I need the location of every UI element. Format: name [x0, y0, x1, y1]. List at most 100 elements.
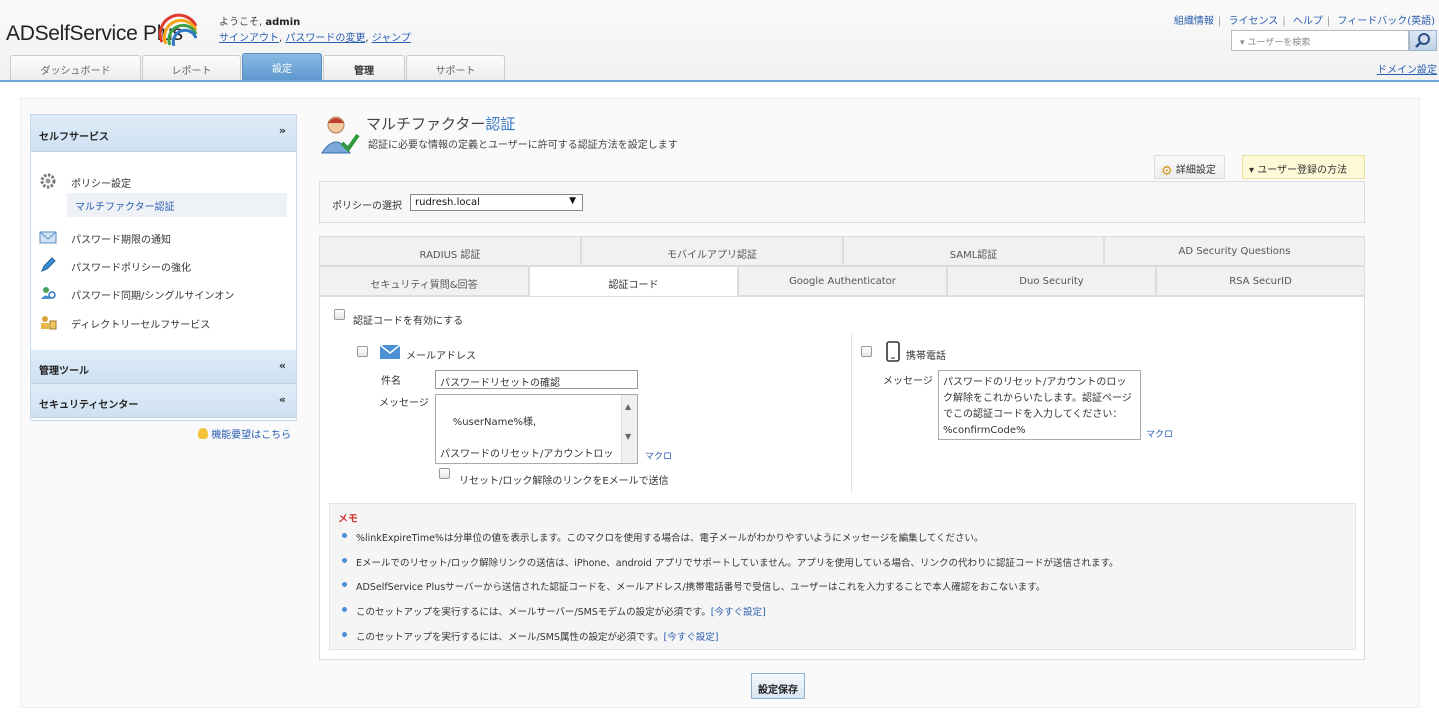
policy-label: ポリシーの選択 — [332, 201, 402, 212]
tab-rsa-securid[interactable]: RSA SecurID — [1156, 266, 1365, 296]
sidebar-section-self-service[interactable]: セルフサービス » — [31, 115, 296, 152]
scroll-up-icon[interactable]: ▲ — [625, 399, 631, 415]
tab-saml[interactable]: SAML認証 — [843, 236, 1104, 266]
sync-users-icon — [41, 287, 56, 299]
message-label: メッセージ — [379, 398, 429, 409]
email-checkbox[interactable] — [357, 346, 368, 357]
tab-reports[interactable]: レポート — [142, 55, 241, 80]
tab-mobile-app[interactable]: モバイルアプリ認証 — [581, 236, 843, 266]
dropdown-arrow-icon: ▼ — [569, 196, 576, 206]
tab-ad-security-questions[interactable]: AD Security Questions — [1104, 236, 1365, 266]
bullet — [342, 632, 347, 637]
logo-arc-icon — [158, 13, 198, 46]
feature-request-link[interactable]: 機能要望はこちら — [211, 430, 291, 441]
setup-now-link[interactable]: [今すぐ設定] — [711, 607, 766, 618]
signout-link[interactable]: サインアウト — [219, 33, 279, 44]
top-link-organization[interactable]: 組織情報 — [1174, 16, 1214, 27]
sidebar-item-label: パスワードポリシーの強化 — [71, 263, 191, 274]
change-password-link[interactable]: パスワードの変更 — [285, 33, 365, 44]
scroll-down-icon[interactable]: ▼ — [625, 429, 631, 445]
sidebar: セルフサービス » ポリシー設定 マルチファクター認証 パスワード期限の通知 パ… — [30, 114, 297, 421]
advanced-settings-label: 詳細設定 — [1175, 165, 1216, 176]
tab-security-qa[interactable]: セキュリティ質問&回答 — [319, 266, 529, 296]
email-icon — [380, 345, 400, 359]
mobile-phone-icon — [886, 341, 900, 362]
jump-link[interactable]: ジャンプ — [372, 33, 411, 44]
tab-dashboard[interactable]: ダッシュボード — [10, 55, 141, 80]
tab-radius[interactable]: RADIUS 認証 — [319, 236, 581, 266]
scrollbar[interactable]: ▲ ▼ — [621, 395, 637, 463]
search-icon — [1415, 33, 1430, 48]
welcome-text: ようこそ, admin — [219, 13, 300, 28]
mobile-message-label: メッセージ — [883, 376, 933, 387]
advanced-settings-button[interactable]: ⚙ 詳細設定 — [1154, 155, 1225, 179]
top-link-help[interactable]: ヘルプ — [1293, 16, 1323, 27]
column-divider — [851, 333, 852, 493]
policy-bar: ポリシーの選択 rudresh.local ▼ — [319, 181, 1365, 223]
note-text: Eメールでのリセット/ロック解除リンクの送信は、iPhone、android ア… — [356, 558, 1119, 569]
policy-select[interactable]: rudresh.local ▼ — [410, 194, 583, 211]
policy-select-value: rudresh.local — [415, 197, 480, 208]
setup-now-link[interactable]: [今すぐ設定] — [664, 632, 719, 643]
sidebar-section-security-center[interactable]: セキュリティセンター « — [31, 384, 296, 418]
send-link-checkbox[interactable] — [439, 468, 450, 479]
mobile-message-textarea[interactable]: パスワードのリセット/アカウントのロック解除をこれからいたします。認証ページでこ… — [938, 370, 1141, 440]
account-links: サインアウト, パスワードの変更, ジャンプ — [219, 33, 411, 44]
user-search-input[interactable]: ▾ ユーザーを検索 — [1231, 30, 1409, 51]
verification-code-panel: 認証コードを有効にする メールアドレス 件名 パスワードリセットの確認 メッセー… — [319, 296, 1365, 660]
user-check-icon — [321, 116, 360, 154]
user-registration-button[interactable]: ▾ ユーザー登録の方法 — [1242, 155, 1365, 179]
top-link-license[interactable]: ライセンス — [1228, 16, 1278, 27]
domain-settings-link[interactable]: ドメイン設定 — [1377, 61, 1437, 76]
bullet — [342, 607, 347, 612]
collapse-icon[interactable]: » — [279, 124, 286, 137]
note-item: このセットアップを実行するには、メール/SMS属性の設定が必須です。[今すぐ設定… — [342, 629, 719, 643]
email-macro-link[interactable]: マクロ — [645, 449, 672, 462]
note-text: ADSelfService Plusサーバーから送信された認証コードを、メールア… — [356, 582, 1046, 593]
tab-support[interactable]: サポート — [406, 55, 505, 80]
directory-icon — [41, 316, 57, 330]
sidebar-item-label: パスワード同期/シングルサインオン — [71, 291, 235, 302]
send-link-label: リセット/ロック解除のリンクをEメールで送信 — [459, 476, 669, 487]
username: admin — [265, 17, 301, 28]
page-title-main: マルチファクター — [366, 115, 486, 133]
tab-configuration[interactable]: 設定 — [242, 53, 322, 80]
page-title-highlight: 認証 — [485, 115, 516, 133]
tab-duo-security[interactable]: Duo Security — [947, 266, 1156, 296]
email-message-textarea[interactable]: %userName%様, パスワードのリセット/アカウントロックを解除します。本… — [435, 394, 638, 464]
page-title: マルチファクター認証 — [366, 113, 515, 134]
search-button[interactable] — [1409, 30, 1437, 51]
sidebar-item-label: パスワード期限の通知 — [71, 235, 171, 246]
welcome-prefix: ようこそ, — [219, 17, 263, 28]
sidebar-item-mfa[interactable]: マルチファクター認証 — [67, 193, 287, 217]
expand-icon[interactable]: « — [279, 393, 286, 406]
note-item: Eメールでのリセット/ロック解除リンクの送信は、iPhone、android ア… — [342, 555, 1119, 569]
bullet — [342, 582, 347, 587]
email-label: メールアドレス — [406, 351, 476, 362]
auth-tabs: RADIUS 認証 モバイルアプリ認証 SAML認証 AD Security Q… — [319, 236, 1365, 296]
bullet — [342, 558, 347, 563]
mobile-checkbox[interactable] — [861, 346, 872, 357]
top-links: 組織情報 | ライセンス | ヘルプ | フィードバック(英語) — [1173, 16, 1435, 27]
mobile-macro-link[interactable]: マクロ — [1146, 427, 1173, 440]
sidebar-item-label: ポリシー設定 — [71, 179, 131, 190]
header: ADSelfService Plus ようこそ, admin サインアウト, パ… — [0, 0, 1439, 82]
tab-verification-code[interactable]: 認証コード — [529, 266, 738, 296]
enable-code-label: 認証コードを有効にする — [353, 316, 464, 327]
top-link-feedback[interactable]: フィードバック(英語) — [1337, 16, 1435, 27]
lightbulb-icon — [198, 428, 208, 439]
email-message-text: %userName%様, パスワードのリセット/アカウントロックを解除します。本… — [440, 417, 614, 460]
mobile-label: 携帯電話 — [906, 351, 946, 362]
expand-icon[interactable]: « — [279, 359, 286, 372]
sidebar-section-admin-tools[interactable]: 管理ツール « — [31, 350, 296, 384]
subject-input[interactable]: パスワードリセットの確認 — [435, 370, 638, 389]
mail-icon — [39, 231, 57, 244]
note-item: ADSelfService Plusサーバーから送信された認証コードを、メールア… — [342, 579, 1046, 593]
enable-code-checkbox[interactable] — [334, 309, 345, 320]
tab-google-authenticator[interactable]: Google Authenticator — [738, 266, 947, 296]
feature-request[interactable]: 機能要望はこちら — [198, 426, 291, 441]
tab-admin[interactable]: 管理 — [323, 55, 405, 80]
note-text: このセットアップを実行するには、メールサーバー/SMSモデムの設定が必須です。 — [356, 607, 711, 618]
notes-box: メモ %linkExpireTime%は分単位の値を表示します。このマクロを使用… — [329, 503, 1356, 650]
save-settings-button[interactable]: 設定保存 — [751, 673, 805, 699]
